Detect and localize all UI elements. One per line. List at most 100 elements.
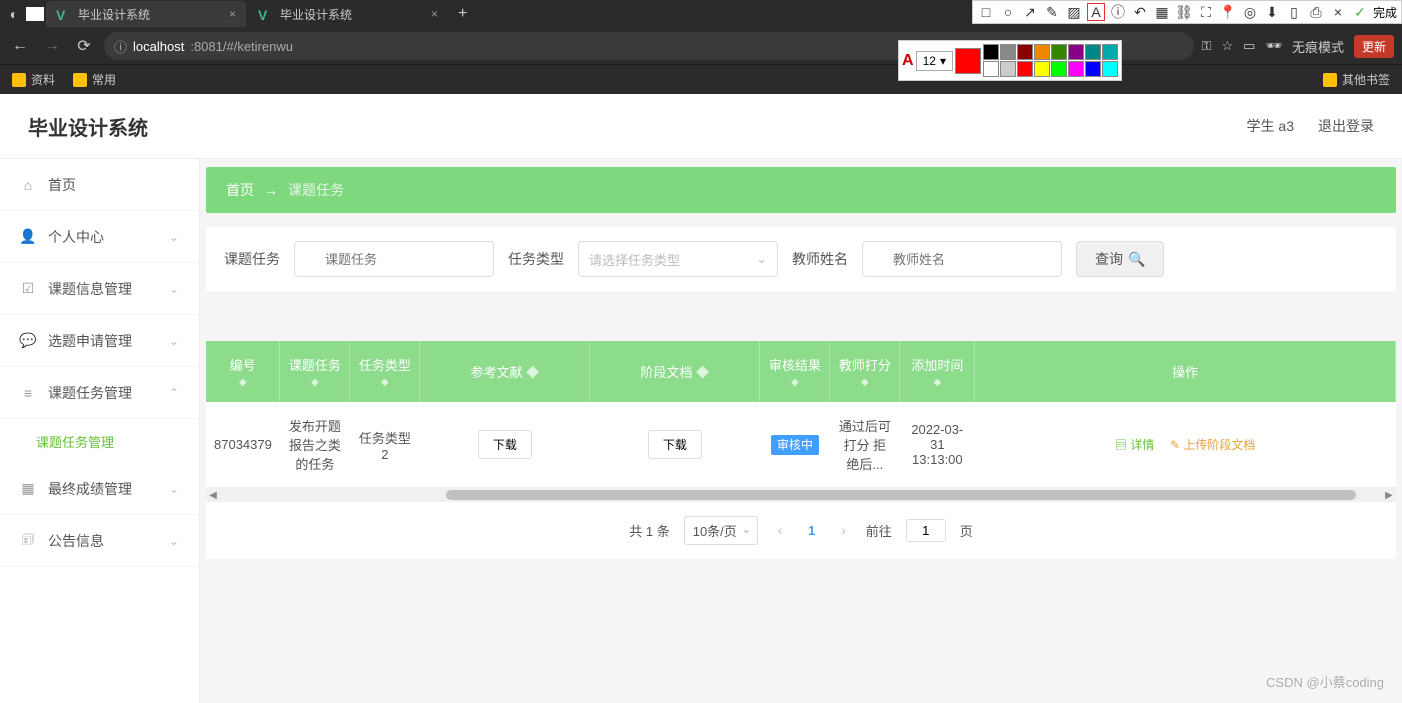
arrow-icon[interactable]: ↗ — [1021, 3, 1039, 21]
info-icon[interactable]: ⓘ — [1109, 3, 1127, 21]
col-task[interactable]: 课题任务◆ — [280, 341, 350, 402]
forward-button[interactable]: → — [40, 34, 64, 58]
key-icon[interactable]: ⚿ — [1202, 38, 1212, 54]
grid-icon[interactable]: ▦ — [1153, 3, 1171, 21]
download-doc-button[interactable]: 下载 — [648, 430, 702, 459]
col-ref[interactable]: 参考文献 ◆ — [420, 341, 590, 402]
scroll-thumb[interactable] — [446, 490, 1356, 500]
task-input[interactable] — [294, 241, 494, 277]
page-number[interactable]: 1 — [802, 523, 821, 538]
color-swatch[interactable] — [1085, 61, 1101, 77]
color-swatch[interactable] — [1017, 44, 1033, 60]
col-score[interactable]: 教师打分◆ — [830, 341, 900, 402]
color-swatch[interactable] — [1051, 61, 1067, 77]
type-select[interactable]: 请选择任务类型 — [578, 241, 778, 277]
horizontal-scrollbar[interactable]: ◀ ▶ — [206, 488, 1396, 502]
star-icon[interactable]: ☆ — [1222, 38, 1234, 54]
font-size-select[interactable]: 12 ▾ — [916, 51, 953, 71]
device-icon[interactable]: ▯ — [1285, 3, 1303, 21]
sidebar-submenu-topic-task[interactable]: 课题任务管理 — [0, 419, 199, 463]
bookmark-item[interactable]: 常用 — [73, 71, 116, 88]
cancel-icon[interactable]: × — [1329, 3, 1347, 21]
undo-icon[interactable]: ↶ — [1131, 3, 1149, 21]
page-size-select[interactable]: 10条/页 — [684, 516, 758, 545]
col-id[interactable]: 编号◆ — [206, 341, 280, 402]
done-label[interactable]: 完成 — [1373, 4, 1397, 21]
browser-tab-2[interactable]: V 毕业设计系统 × — [248, 1, 448, 27]
cell-doc: 下载 — [590, 402, 760, 488]
download-ref-button[interactable]: 下载 — [478, 430, 532, 459]
expand-icon[interactable]: ⛶ — [1197, 3, 1215, 21]
detail-link[interactable]: ▤ 详情 — [1115, 438, 1154, 452]
text-icon[interactable]: A — [1087, 3, 1105, 21]
color-swatch[interactable] — [1000, 44, 1016, 60]
color-swatch[interactable] — [1085, 44, 1101, 60]
prev-page-button[interactable]: ‹ — [772, 523, 788, 538]
link-icon[interactable]: ⛓ — [1175, 3, 1193, 21]
color-swatch[interactable] — [1068, 44, 1084, 60]
watermark: CSDN @小蔡coding — [1266, 672, 1384, 691]
download-icon[interactable]: ⬇ — [1263, 3, 1281, 21]
upload-link[interactable]: ✎ 上传阶段文档 — [1170, 438, 1255, 452]
sort-icon: ◆ — [526, 365, 539, 380]
close-icon[interactable]: × — [229, 7, 236, 21]
incognito-icon: 🕶 — [1265, 38, 1282, 54]
color-swatch[interactable] — [1102, 61, 1118, 77]
mosaic-icon[interactable]: ▨ — [1065, 3, 1083, 21]
sidebar-item-final-score[interactable]: ▦最终成绩管理⌄ — [0, 463, 199, 515]
next-page-button[interactable]: › — [835, 523, 851, 538]
tab-title: 毕业设计系统 — [280, 6, 352, 23]
window-icon[interactable] — [26, 7, 44, 21]
sidebar-item-profile[interactable]: 👤个人中心⌄ — [0, 211, 199, 263]
incognito-label: 无痕模式 — [1292, 37, 1344, 56]
confirm-icon[interactable]: ✓ — [1351, 3, 1369, 21]
col-doc[interactable]: 阶段文档 ◆ — [590, 341, 760, 402]
scroll-left-icon[interactable]: ◀ — [206, 490, 220, 501]
browser-tab-1[interactable]: V 毕业设计系统 × — [46, 1, 246, 27]
new-tab-button[interactable]: + — [450, 5, 475, 23]
sidebar-item-notice[interactable]: 🗊公告信息⌄ — [0, 515, 199, 567]
sidebar-item-home[interactable]: ⌂首页 — [0, 159, 199, 211]
breadcrumb-home[interactable]: 首页 — [226, 180, 254, 200]
circle-icon[interactable]: ○ — [999, 3, 1017, 21]
query-button[interactable]: 查询🔍 — [1076, 241, 1164, 277]
color-swatch[interactable] — [1034, 44, 1050, 60]
logout-link[interactable]: 退出登录 — [1318, 116, 1374, 136]
scroll-right-icon[interactable]: ▶ — [1382, 490, 1396, 501]
sidebar-item-topic-info[interactable]: ☑课题信息管理⌄ — [0, 263, 199, 315]
color-swatch[interactable] — [1017, 61, 1033, 77]
search-label-type: 任务类型 — [508, 249, 564, 269]
color-swatch[interactable] — [983, 44, 999, 60]
color-swatch[interactable] — [1051, 44, 1067, 60]
color-swatch[interactable] — [1000, 61, 1016, 77]
update-button[interactable]: 更新 — [1354, 35, 1394, 58]
table-row: 87034379 发布开题报告之类的任务 任务类型2 下载 下载 审核中 通过后… — [206, 402, 1396, 488]
back-button[interactable]: ← — [8, 34, 32, 58]
color-swatch[interactable] — [1102, 44, 1118, 60]
bookmark-item[interactable]: 资料 — [12, 71, 55, 88]
user-label: 学生 a3 — [1247, 116, 1294, 136]
col-action: 操作 — [975, 341, 1396, 402]
close-icon[interactable]: × — [431, 7, 438, 21]
rect-icon[interactable]: □ — [977, 3, 995, 21]
target-icon[interactable]: ◎ — [1241, 3, 1259, 21]
goto-input[interactable] — [906, 519, 946, 542]
pin-icon[interactable]: 📍 — [1219, 3, 1237, 21]
col-time[interactable]: 添加时间◆ — [900, 341, 975, 402]
sidebar-item-topic-apply[interactable]: 💬选题申请管理⌄ — [0, 315, 199, 367]
reload-button[interactable]: ⟳ — [72, 34, 96, 58]
vue-icon: V — [56, 7, 70, 21]
pen-icon[interactable]: ✎ — [1043, 3, 1061, 21]
color-swatch[interactable] — [983, 61, 999, 77]
globe-icon[interactable]: ◐ — [4, 4, 24, 24]
color-swatch[interactable] — [1034, 61, 1050, 77]
sidebar-item-topic-task[interactable]: ≡课题任务管理⌃ — [0, 367, 199, 419]
save-icon[interactable]: ⎙ — [1307, 3, 1325, 21]
color-swatch[interactable] — [1068, 61, 1084, 77]
col-type[interactable]: 任务类型◆ — [350, 341, 420, 402]
selected-color-swatch[interactable] — [955, 48, 981, 74]
col-status[interactable]: 审核结果◆ — [760, 341, 830, 402]
bookmark-other[interactable]: 其他书签 — [1323, 71, 1390, 88]
teacher-input[interactable] — [862, 241, 1062, 277]
reader-icon[interactable]: ▭ — [1243, 38, 1255, 54]
